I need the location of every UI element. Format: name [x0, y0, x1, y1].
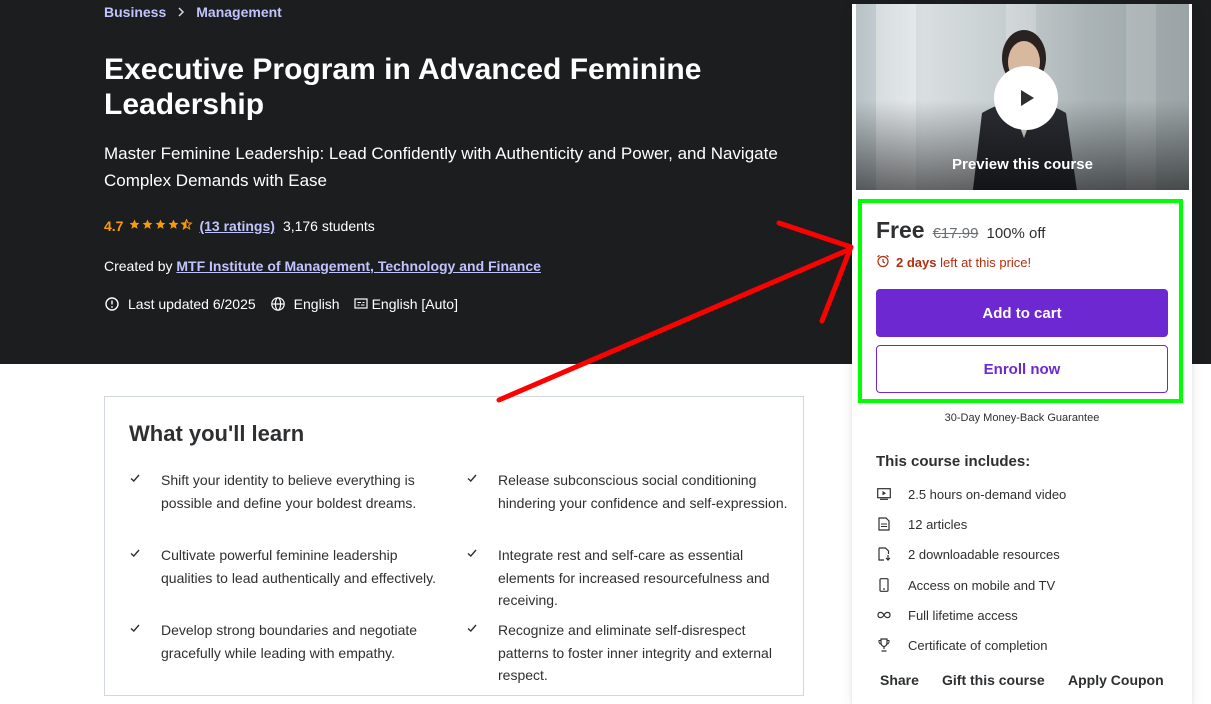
learn-item: Release subconscious social conditioning… — [467, 469, 788, 514]
preview-label: Preview this course — [952, 156, 1093, 173]
breadcrumb: Business Management — [104, 4, 282, 20]
include-item: 2.5 hours on-demand video — [876, 486, 1066, 502]
check-icon — [129, 544, 145, 564]
check-icon — [466, 469, 482, 489]
download-file-icon — [876, 546, 892, 562]
include-text: 12 articles — [908, 516, 968, 532]
last-updated: Last updated 6/2025 — [128, 296, 256, 312]
include-item: 12 articles — [876, 516, 967, 532]
students-count: 3,176 students — [282, 218, 375, 234]
learn-item: Shift your identity to believe everythin… — [130, 469, 451, 514]
check-icon — [129, 469, 145, 489]
include-text: 2.5 hours on-demand video — [908, 486, 1067, 502]
include-text: Access on mobile and TV — [908, 577, 1056, 593]
share-link[interactable]: Share — [880, 672, 942, 688]
money-back-guarantee: 30-Day Money-Back Guarantee — [944, 412, 1100, 424]
learn-item: Integrate rest and self-care as essentia… — [467, 544, 788, 612]
course-language: English — [293, 296, 340, 312]
include-text: Certificate of completion — [908, 637, 1048, 653]
article-icon — [876, 516, 892, 532]
rating-value: 4.7 — [104, 218, 124, 234]
includes-title: This course includes: — [876, 453, 1031, 470]
chevron-right-icon — [176, 4, 186, 20]
include-item: 2 downloadable resources — [876, 546, 1060, 562]
mobile-icon — [876, 577, 892, 593]
video-icon — [876, 486, 892, 502]
include-text: Full lifetime access — [908, 607, 1018, 623]
course-preview[interactable]: Preview this course — [856, 4, 1189, 190]
what-youll-learn: What you'll learn Shift your identity to… — [104, 396, 804, 696]
learn-item-text: Cultivate powerful feminine leadership q… — [161, 547, 436, 586]
course-meta: Last updated 6/2025 English English [Aut… — [104, 296, 458, 312]
learn-item: Develop strong boundaries and negotiate … — [130, 619, 451, 664]
captions-icon — [353, 296, 370, 312]
course-title: Executive Program in Advanced Feminine L… — [104, 53, 702, 121]
include-item: Access on mobile and TV — [876, 577, 1055, 593]
rating-row: 4.7 (13 ratings) 3,176 students — [104, 218, 375, 234]
learn-item-text: Release subconscious social conditioning… — [498, 472, 788, 511]
learn-item-text: Integrate rest and self-care as essentia… — [498, 547, 770, 608]
created-by-label: Created by — [104, 258, 173, 274]
ratings-count-link[interactable]: (13 ratings) — [199, 218, 274, 234]
learn-item-text: Shift your identity to believe everythin… — [161, 472, 417, 511]
infinity-icon — [876, 607, 892, 623]
play-icon[interactable] — [994, 66, 1058, 130]
learn-title: What you'll learn — [129, 421, 305, 446]
alert-badge-icon — [104, 296, 120, 312]
learn-item: Recognize and eliminate self-disrespect … — [467, 619, 788, 687]
annotation-highlight-box — [858, 199, 1183, 403]
include-text: 2 downloadable resources — [908, 546, 1060, 562]
include-item: Certificate of completion — [876, 637, 1047, 653]
course-captions: English [Auto] — [371, 296, 458, 312]
apply-coupon-link[interactable]: Apply Coupon — [1068, 672, 1164, 688]
instructor-link[interactable]: MTF Institute of Management, Technology … — [176, 258, 541, 274]
check-icon — [466, 619, 482, 639]
trophy-icon — [876, 637, 892, 653]
check-icon — [466, 544, 482, 564]
breadcrumb-item-management[interactable]: Management — [196, 4, 282, 20]
gift-course-link[interactable]: Gift this course — [942, 672, 1068, 688]
star-rating-icon — [129, 218, 194, 233]
course-subtitle: Master Feminine Leadership: Lead Confide… — [104, 144, 778, 190]
learn-item: Cultivate powerful feminine leadership q… — [130, 544, 451, 589]
sidebar-links: Share Gift this course Apply Coupon — [880, 672, 1164, 688]
learn-item-text: Recognize and eliminate self-disrespect … — [498, 622, 772, 683]
globe-icon — [270, 296, 286, 312]
created-by: Created by MTF Institute of Management, … — [104, 258, 541, 274]
check-icon — [129, 619, 145, 639]
breadcrumb-item-business[interactable]: Business — [104, 4, 166, 20]
include-item: Full lifetime access — [876, 607, 1018, 623]
learn-item-text: Develop strong boundaries and negotiate … — [161, 622, 418, 661]
